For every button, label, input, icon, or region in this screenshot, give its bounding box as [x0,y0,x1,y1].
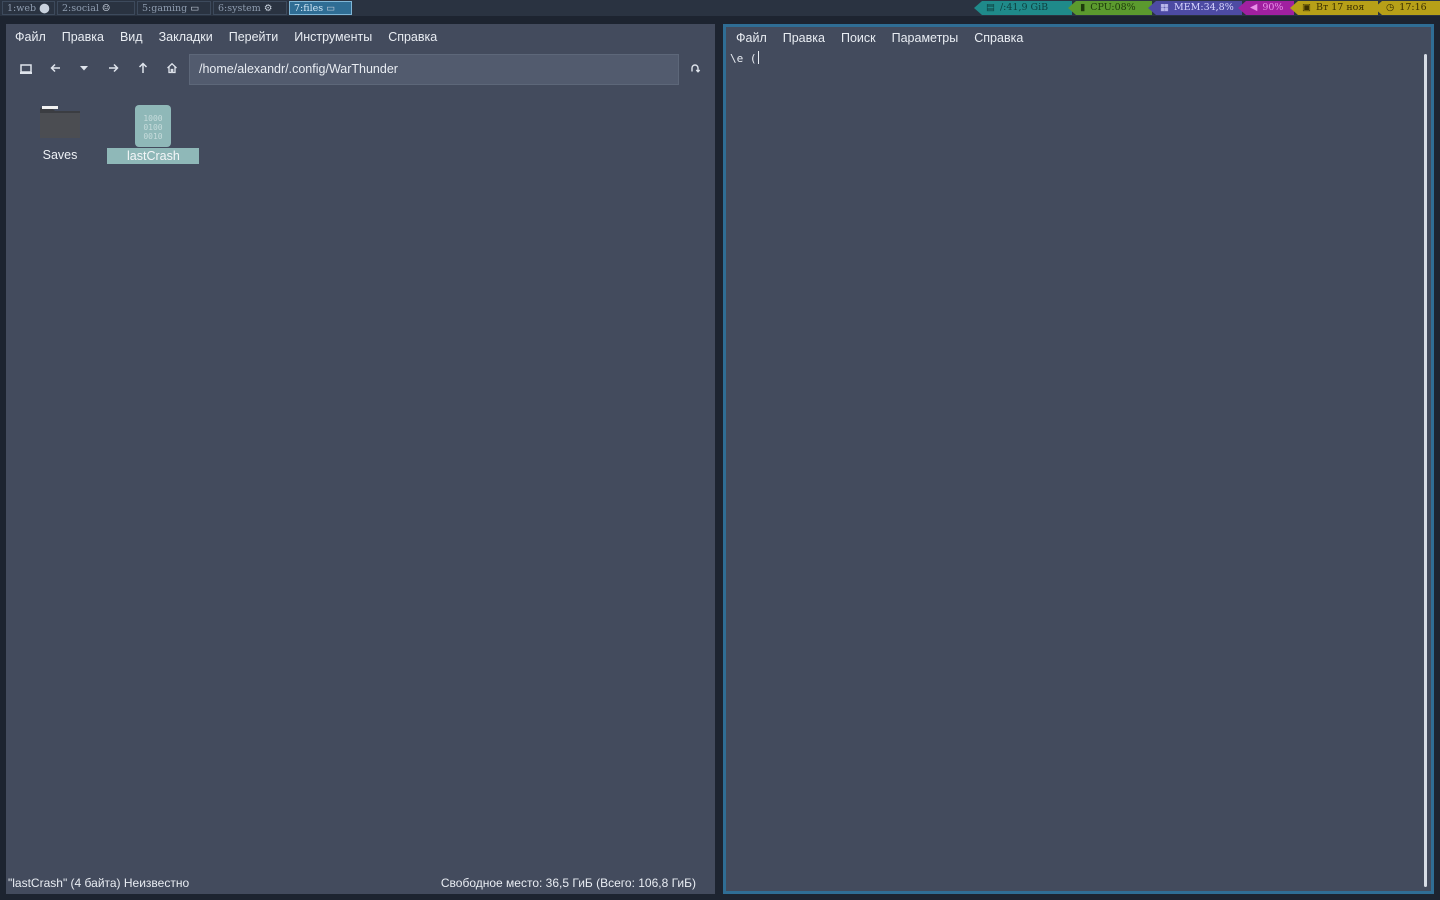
volume-icon: ◀ [1250,2,1258,13]
calendar-icon: ▣ [1302,2,1311,13]
menu-edit[interactable]: Правка [54,24,112,50]
editor-scrollbar[interactable] [1424,54,1427,887]
free-space-info: Свободное место: 36,5 ГиБ (Всего: 106,8 … [440,876,696,890]
menu-tools[interactable]: Инструменты [286,24,380,50]
menu-file[interactable]: Файл [7,24,54,50]
folder-item-saves[interactable]: Saves [14,100,106,163]
status-bar: "lastCrash" (4 байта) Неизвестно Свободн… [6,872,715,894]
volume-status[interactable]: ◀ 90% [1238,1,1294,15]
globe-icon: ⬤ [39,3,50,14]
binary-file-icon: 1000 0100 0010 [107,100,199,147]
workspace-1-web[interactable]: 1:web ⬤ [2,1,55,15]
workspace-2-social[interactable]: 2:social ☺ [57,1,135,15]
svg-text:0010: 0010 [143,132,162,141]
hdd-icon: ▤ [986,2,995,13]
svg-text:0100: 0100 [143,123,162,132]
forward-arrow-icon[interactable] [103,62,123,80]
home-icon[interactable] [162,62,182,80]
folder-icon [14,100,106,144]
path-input[interactable]: /home/alexandr/.config/WarThunder [189,54,679,85]
menu-file[interactable]: Файл [728,25,775,51]
editor-content: \e ( [730,52,757,65]
menu-bookmarks[interactable]: Закладки [151,24,221,50]
text-cursor [757,51,759,64]
menu-help[interactable]: Справка [966,25,1031,51]
cpu-icon: ▮ [1080,2,1086,13]
cpu-status: ▮ CPU:08% [1068,1,1152,15]
folder-icon: ▭ [326,3,336,14]
history-dropdown-icon[interactable] [74,62,94,80]
gear-icon: ⚙ [263,3,273,14]
item-label: Saves [42,148,78,162]
workspace-7-files[interactable]: 7:files ▭ [289,1,352,15]
gamepad-icon: ▭ [190,3,200,14]
memory-icon: ▦ [1160,2,1169,13]
back-arrow-icon[interactable] [46,62,66,80]
svg-text:1000: 1000 [143,114,162,123]
text-editor-window: Файл Правка Поиск Параметры Справка \e ( [723,24,1434,894]
up-arrow-icon[interactable] [133,62,153,80]
memory-status: ▦ MEM:34,8% [1148,1,1242,15]
menu-help[interactable]: Справка [380,24,445,50]
reload-icon[interactable] [685,62,705,80]
selection-info: "lastCrash" (4 байта) Неизвестно [8,876,190,890]
users-icon: ☺ [101,3,111,14]
menu-options[interactable]: Параметры [884,25,967,51]
disk-status: ▤/:41,9 GiB [974,1,1072,15]
workspace-6-system[interactable]: 6:system ⚙ [213,1,287,15]
menu-view[interactable]: Вид [112,24,151,50]
editor-menubar: Файл Правка Поиск Параметры Справка [726,25,1431,51]
file-item-lastcrash[interactable]: 1000 0100 0010 lastCrash [107,100,199,164]
navigation-toolbar: /home/alexandr/.config/WarThunder [6,54,715,88]
menu-go[interactable]: Перейти [221,24,287,50]
time-status: ◷ 17:16 [1374,1,1440,15]
top-panel: 1:web ⬤ 2:social ☺ 5:gaming ▭ 6:system ⚙ 7:f… [0,0,1440,16]
file-view[interactable]: Saves 1000 0100 0010 lastCrash [6,90,715,870]
file-manager-window: Файл Правка Вид Закладки Перейти Инструм… [6,24,715,894]
workspace-5-gaming[interactable]: 5:gaming ▭ [137,1,211,15]
item-label: lastCrash [107,148,199,164]
editor-text-area[interactable]: \e ( [728,51,1417,891]
file-manager-menubar: Файл Правка Вид Закладки Перейти Инструм… [6,24,715,50]
computer-icon[interactable] [16,62,36,80]
clock-icon: ◷ [1386,2,1395,13]
menu-search[interactable]: Поиск [833,25,884,51]
date-status: ▣ Вт 17 ноя [1290,1,1378,15]
menu-edit[interactable]: Правка [775,25,833,51]
